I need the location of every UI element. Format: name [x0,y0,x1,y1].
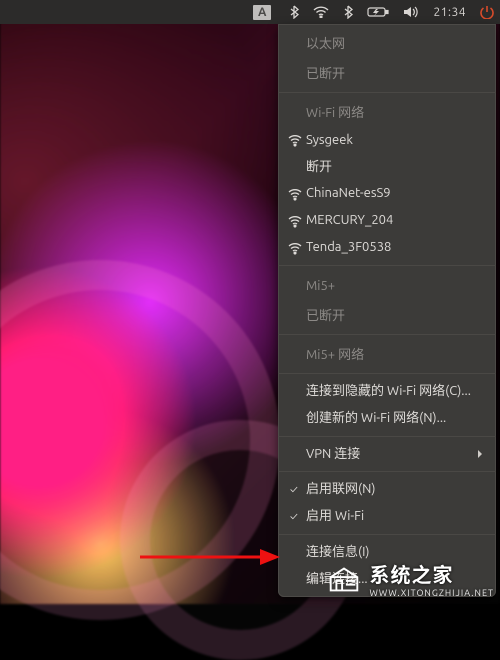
wifi-ap-item[interactable]: Tenda_3F0538 [278,234,496,261]
menu-divider [278,534,496,535]
wifi-ap-label: ChinaNet-esS9 [306,186,391,200]
clock-label[interactable]: 21:34 [433,6,466,19]
menu-divider [278,373,496,374]
wifi-connected-label: Sysgeek [306,133,353,147]
watermark: 系统之家 WWW.XITONGZHIJIA.NET [325,559,494,598]
wifi-ap-item[interactable]: MERCURY_204 [278,207,496,234]
wifi-signal-icon [288,241,302,255]
menu-divider [278,92,496,93]
menu-divider [278,265,496,266]
wifi-signal-icon [288,133,302,147]
enable-wifi-toggle[interactable]: ✓ 启用 Wi-Fi [278,503,496,530]
mi5-status: 已断开 [278,300,496,330]
power-icon[interactable] [480,5,494,19]
watermark-logo-icon [325,560,363,598]
ethernet-status: 已断开 [278,58,496,88]
check-icon: ✓ [290,483,298,497]
wifi-connected-network[interactable]: Sysgeek [278,127,496,154]
bluetooth-devices-icon[interactable] [343,5,353,19]
mi5-network-heading: Mi5+ 网络 [278,339,496,369]
check-icon: ✓ [290,510,298,524]
wifi-icon[interactable] [313,6,329,18]
wifi-disconnect-item[interactable]: 断开 [278,154,496,181]
enable-networking-label: 启用联网(N) [306,482,375,496]
menu-divider [278,436,496,437]
ime-indicator[interactable]: A [253,5,271,20]
system-top-bar: A 21:34 [0,0,500,24]
wifi-heading: Wi-Fi 网络 [278,97,496,127]
wifi-ap-label: MERCURY_204 [306,213,393,227]
wifi-signal-icon [288,214,302,228]
create-wifi-item[interactable]: 创建新的 Wi-Fi 网络(N)... [278,405,496,432]
ethernet-heading: 以太网 [278,28,496,58]
wifi-ap-item[interactable]: ChinaNet-esS9 [278,180,496,207]
wifi-signal-icon [288,187,302,201]
vpn-submenu[interactable]: VPN 连接 [278,441,496,468]
watermark-subtitle: WWW.XITONGZHIJIA.NET [369,588,494,598]
bluetooth-icon[interactable] [289,5,299,19]
enable-networking-toggle[interactable]: ✓ 启用联网(N) [278,476,496,503]
menu-divider [278,334,496,335]
battery-icon[interactable] [367,6,389,18]
connect-hidden-wifi-item[interactable]: 连接到隐藏的 Wi-Fi 网络(C)... [278,378,496,405]
watermark-title: 系统之家 [369,559,494,588]
wifi-ap-label: Tenda_3F0538 [306,240,391,254]
network-menu: 以太网 已断开 Wi-Fi 网络 Sysgeek 断开 ChinaNet-esS… [278,24,496,597]
enable-wifi-label: 启用 Wi-Fi [306,509,364,523]
menu-divider [278,471,496,472]
volume-icon[interactable] [403,6,419,18]
mi5-heading: Mi5+ [278,270,496,300]
